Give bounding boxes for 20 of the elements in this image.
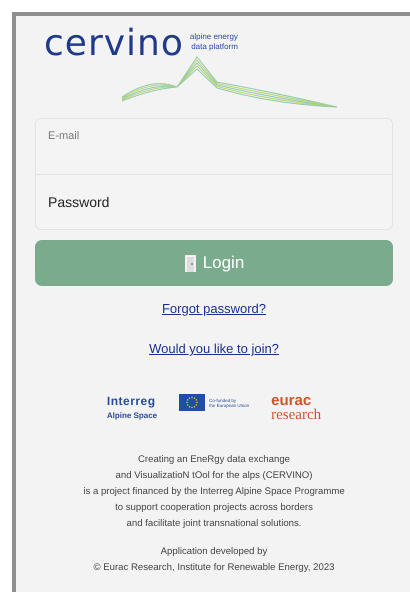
credits-text: © Eurac Research, Institute for Renewable Energy, 2023 xyxy=(93,561,334,575)
logo-wordmark: cervino xyxy=(44,22,184,66)
description-text: Creating an EneRgy data exchange xyxy=(138,453,290,467)
description-text: and facilitate joint transnational solutions. xyxy=(126,517,302,531)
join-link[interactable]: Would you like to join? xyxy=(149,341,279,356)
email-field[interactable]: E-mail xyxy=(35,118,393,174)
logo-tagline: data platform xyxy=(191,42,238,52)
forgot-password-link[interactable]: Forgot password? xyxy=(162,301,266,316)
description-text: and VisualizatioN tOol for the alps (CERVINO) xyxy=(116,469,312,483)
credits-text: Application developed by xyxy=(160,545,268,559)
eurac-logo-text: eurac xyxy=(271,394,312,408)
description-text: is a project financed by the Interreg Alpine Space Programme xyxy=(83,485,345,499)
eu-flag-icon xyxy=(179,394,206,411)
password-field[interactable]: Password xyxy=(35,174,393,230)
door-icon xyxy=(184,254,197,272)
eurac-logo-subtitle: research xyxy=(271,408,322,422)
interreg-logo-text: Interreg xyxy=(106,394,157,408)
description-text: to support cooperation projects across borders xyxy=(115,501,313,515)
interreg-logo-subtitle: Alpine Space xyxy=(106,411,158,420)
logo-tagline: alpine energy xyxy=(190,32,238,42)
